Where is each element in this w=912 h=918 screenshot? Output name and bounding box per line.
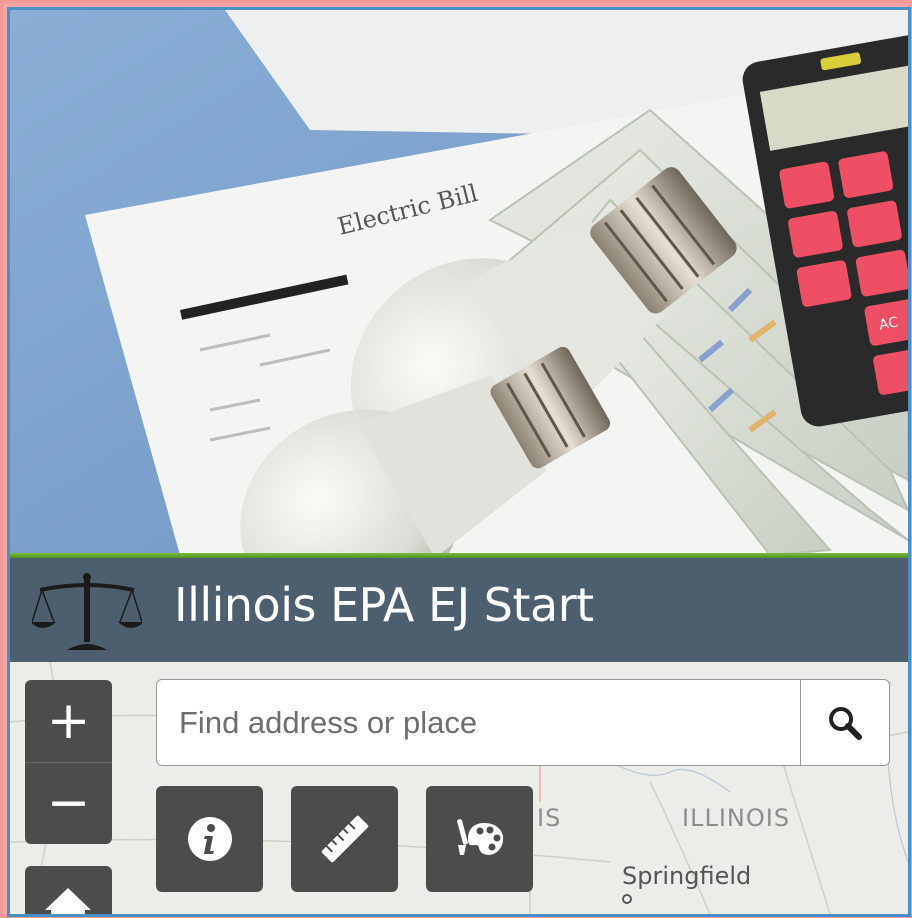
home-button[interactable] [25, 866, 112, 914]
scales-of-justice-icon [32, 573, 142, 650]
banner-photo: Electric Bill AC [10, 10, 908, 555]
palette-icon [456, 819, 503, 855]
map-city-label: Springfield [622, 862, 752, 890]
zoom-control: + − [25, 680, 112, 844]
search-input[interactable] [177, 690, 781, 756]
style-button[interactable] [426, 786, 533, 892]
info-icon [187, 817, 232, 861]
electric-bill-photo-illustration: Electric Bill AC [10, 10, 908, 555]
info-button[interactable] [156, 786, 263, 892]
search-icon [829, 706, 862, 740]
map-partial-label: IS [537, 804, 562, 832]
app-window: Electric Bill AC Illinois EPA EJ Start I… [10, 10, 908, 914]
calculator-ac-key-text: AC [878, 314, 900, 333]
measure-button[interactable] [291, 786, 398, 892]
app-title: Illinois EPA EJ Start [174, 578, 594, 632]
search-box [156, 679, 890, 766]
home-icon [45, 888, 91, 914]
search-button[interactable] [800, 680, 889, 765]
zoom-in-button[interactable]: + [25, 680, 112, 762]
city-marker-icon [622, 894, 632, 904]
zoom-out-button[interactable]: − [25, 762, 112, 844]
ruler-icon [321, 815, 368, 863]
map-state-label: ILLINOIS [682, 804, 791, 832]
